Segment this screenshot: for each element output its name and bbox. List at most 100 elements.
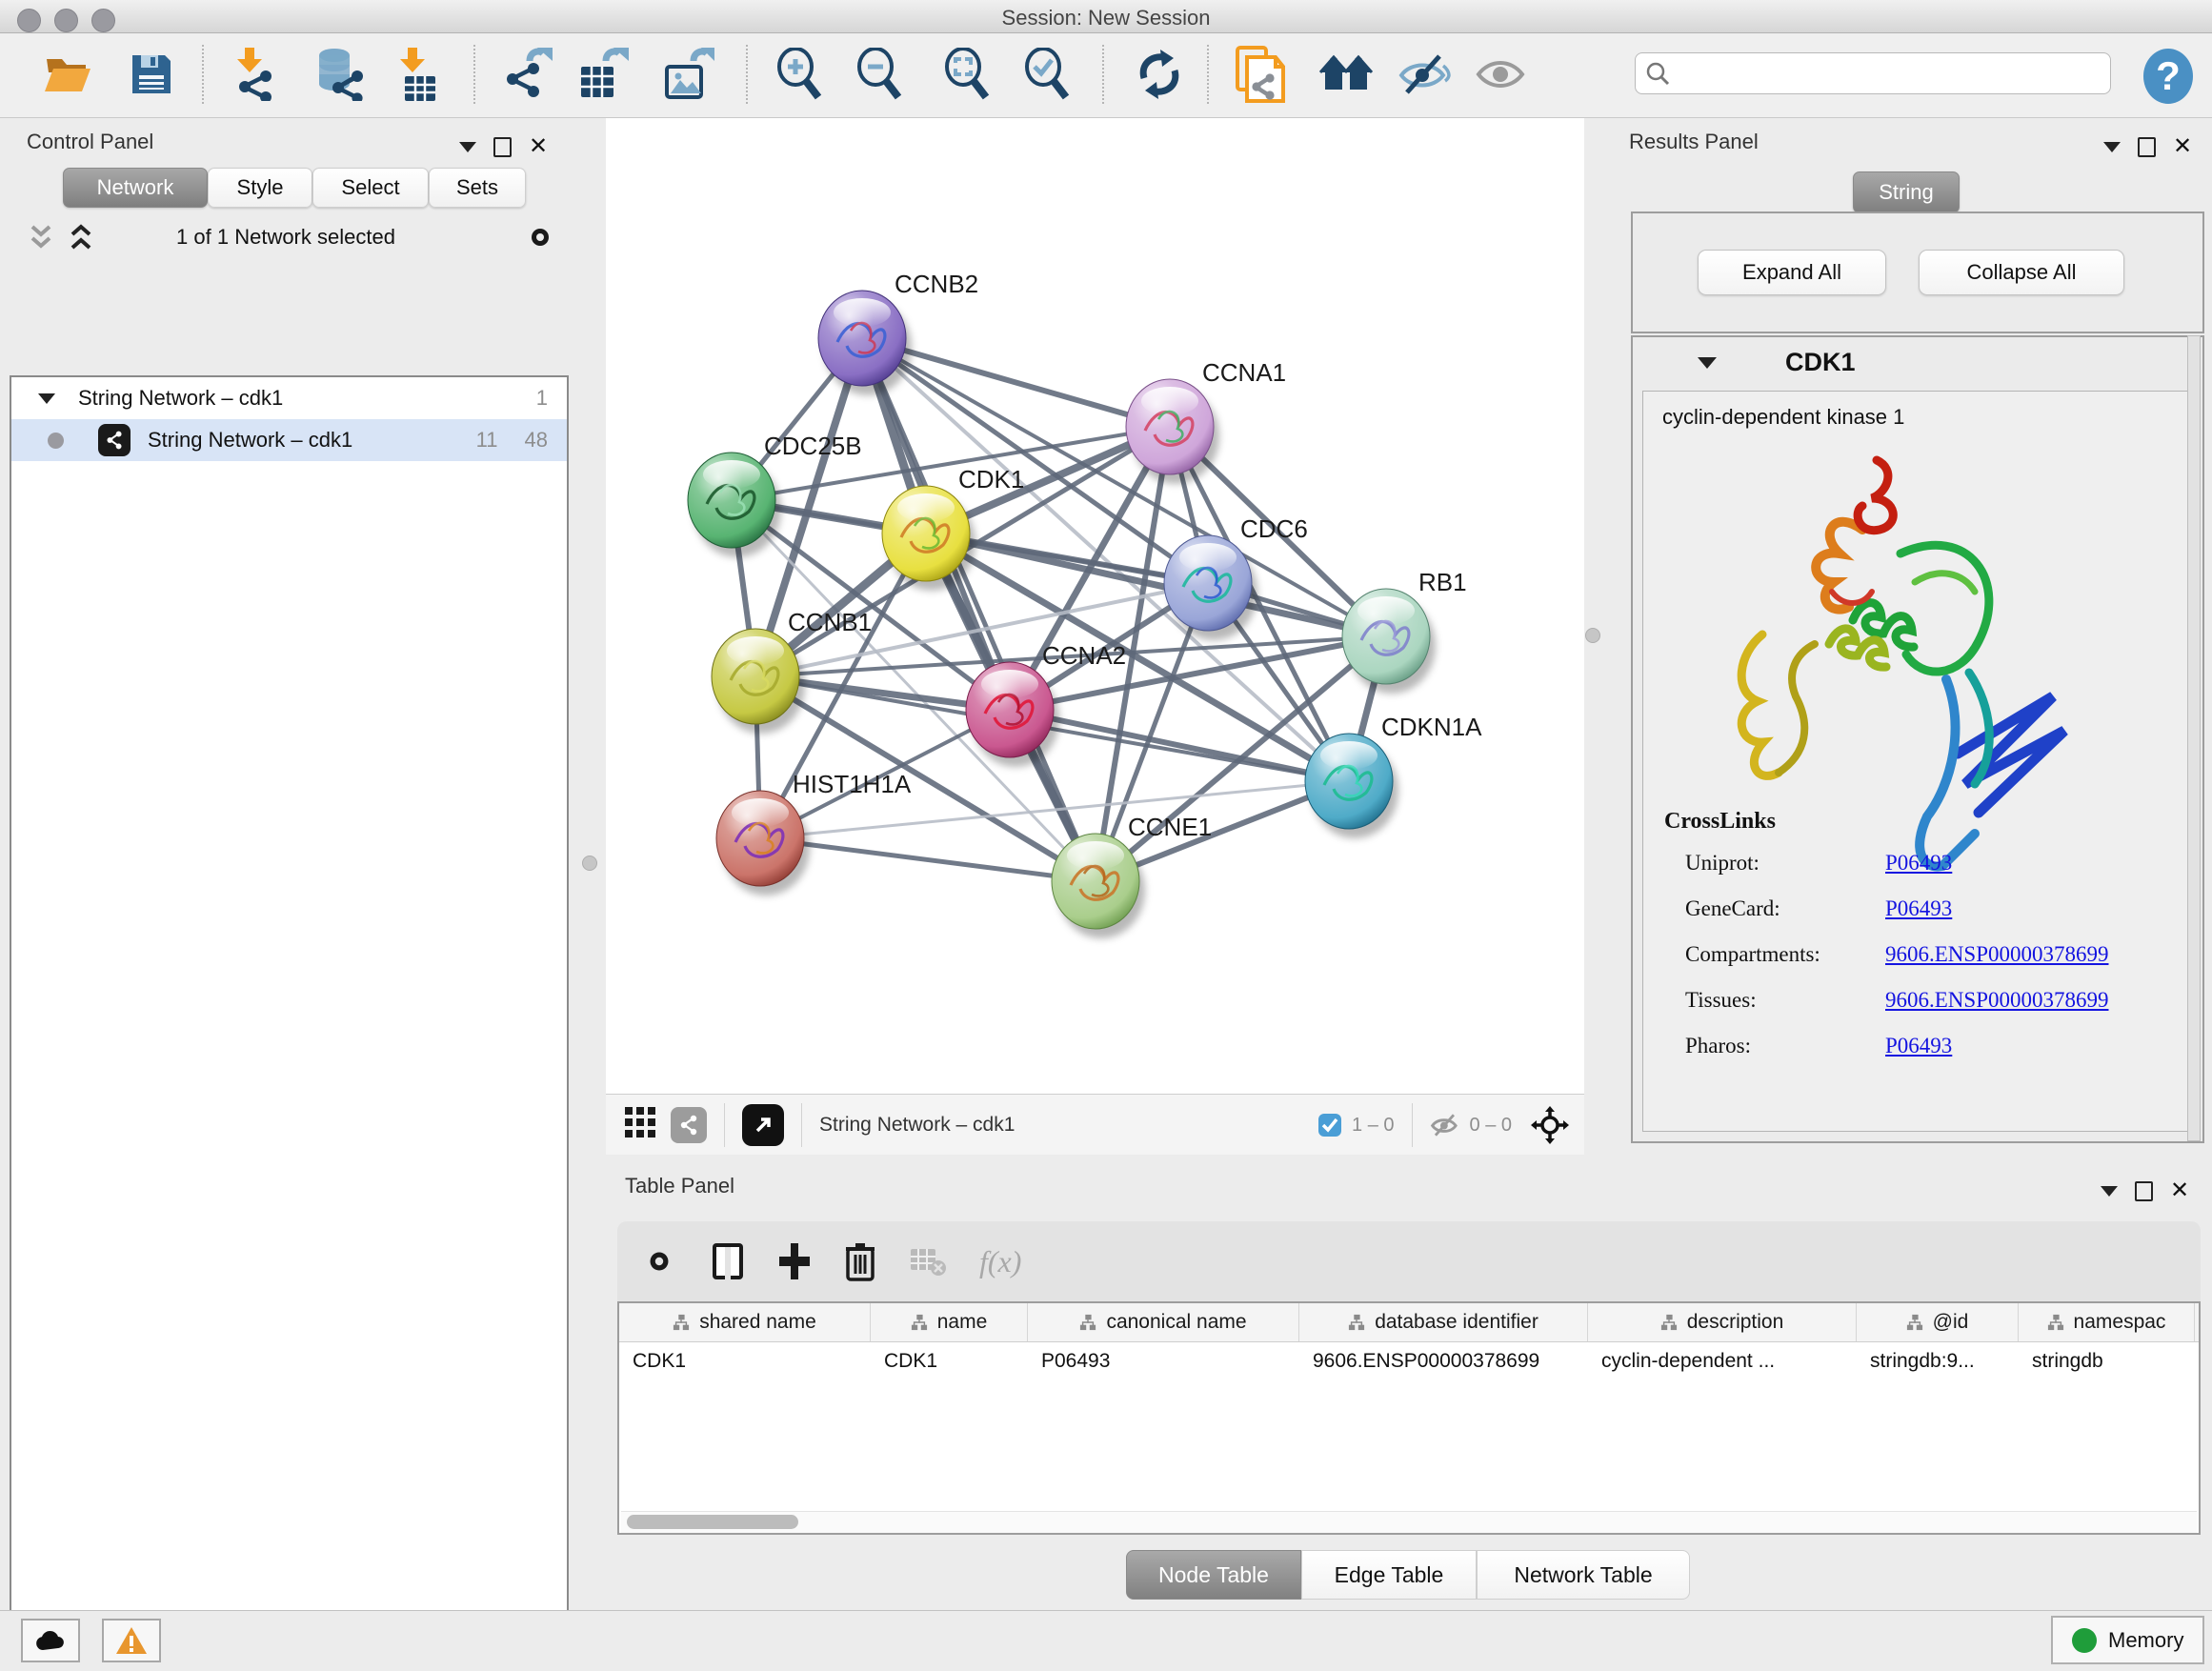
table-column-header[interactable]: shared name [619,1303,871,1341]
import-network-database-button[interactable] [312,47,368,102]
network-edge[interactable] [1010,710,1349,781]
search-input[interactable] [1670,62,2093,86]
table-column-header[interactable]: description [1588,1303,1857,1341]
hidden-eye-slash-icon[interactable] [1430,1112,1460,1138]
export-image-button[interactable] [661,47,716,102]
string-protein-query-button[interactable] [1233,47,1288,102]
table-column-header[interactable]: canonical name [1028,1303,1299,1341]
apply-layout-button[interactable] [1132,47,1187,102]
expand-all-networks-button[interactable] [67,223,95,256]
table-cell[interactable]: 9606.ENSP00000378699 [1299,1342,1588,1380]
right-splitter-knob[interactable] [1585,628,1600,643]
expand-all-button[interactable]: Expand All [1698,250,1886,295]
network-edge[interactable] [760,838,1096,881]
table-column-header[interactable]: @id [1857,1303,2019,1341]
footer-separator [801,1103,802,1147]
memory-status-dot [2072,1628,2097,1653]
panel-float-icon[interactable] [2101,1186,2118,1197]
network-node-rb1[interactable] [1342,589,1436,694]
table-cell[interactable]: stringdb:9... [1857,1342,2019,1380]
panel-float-icon[interactable] [459,142,476,152]
fit-selection-crosshair-icon[interactable] [1531,1106,1569,1144]
network-node-ccna1[interactable] [1126,379,1219,484]
string-home-button[interactable] [1318,47,1374,102]
left-splitter-knob[interactable] [582,856,597,871]
crosslink-link[interactable]: P06493 [1885,851,1952,876]
enable-glass-ball-button[interactable] [1397,47,1452,102]
network-edge[interactable] [862,338,1386,636]
panel-close-icon[interactable]: ✕ [2173,135,2192,158]
selected-checkbox-icon[interactable] [1317,1113,1342,1137]
network-node-hist1h1a[interactable] [716,791,810,896]
crosslink-link[interactable]: P06493 [1885,896,1952,921]
tab-edge-table[interactable]: Edge Table [1301,1550,1477,1600]
search-box[interactable] [1635,52,2111,94]
zoom-fit-button[interactable] [939,47,995,102]
network-row-selected[interactable]: String Network – cdk1 11 48 [11,419,567,461]
panel-float-icon[interactable] [2103,142,2121,152]
import-network-file-button[interactable] [225,47,280,102]
network-node-ccna2[interactable] [966,662,1059,767]
zoom-in-button[interactable] [772,47,827,102]
export-network-button[interactable] [499,47,554,102]
tab-style[interactable]: Style [208,168,312,208]
table-column-header[interactable]: name [871,1303,1028,1341]
results-scrollbar[interactable] [2187,335,2201,1141]
tab-sets[interactable]: Sets [429,168,526,208]
help-button[interactable]: ? [2142,48,2195,110]
save-session-button[interactable] [124,47,179,102]
panel-undock-icon[interactable] [493,137,512,157]
cloud-status-button[interactable] [21,1619,80,1662]
crosslink-link[interactable]: P06493 [1885,1034,1952,1058]
delete-column-trash-icon[interactable] [844,1241,876,1281]
control-panel-tabs: Network Style Select Sets [63,168,526,208]
add-column-plus-icon[interactable] [777,1241,812,1281]
table-options-gear-icon[interactable] [640,1242,678,1280]
entry-detail-card: cyclin-dependent kinase 1 [1642,391,2193,1132]
tab-string[interactable]: String [1853,171,1960,213]
show-graphics-details-button[interactable] [1473,47,1528,102]
tab-network-table[interactable]: Network Table [1477,1550,1690,1600]
crosslink-row: Compartments:9606.ENSP00000378699 [1685,942,2181,967]
show-columns-icon[interactable] [711,1241,745,1281]
toolbar-separator [473,45,475,104]
network-overview-toggle[interactable] [671,1107,707,1143]
node-label: CDKN1A [1381,713,1482,741]
tab-node-table[interactable]: Node Table [1126,1550,1301,1600]
zoom-selected-button[interactable] [1019,47,1075,102]
table-cell[interactable]: CDK1 [619,1342,871,1380]
table-row[interactable]: CDK1CDK1P064939606.ENSP00000378699cyclin… [619,1342,2199,1380]
memory-button[interactable]: Memory [2051,1616,2204,1664]
warnings-button[interactable] [102,1619,161,1662]
collapse-all-networks-button[interactable] [27,223,55,256]
birds-eye-view-button[interactable] [625,1107,657,1144]
detach-view-button[interactable] [742,1104,784,1146]
table-hscrollbar-thumb[interactable] [627,1515,798,1529]
table-cell[interactable]: stringdb [2019,1342,2195,1380]
network-collection-row[interactable]: String Network – cdk1 1 [11,377,567,419]
panel-undock-icon[interactable] [2138,137,2156,157]
tab-network[interactable]: Network [63,168,208,208]
open-session-button[interactable] [40,47,95,102]
network-node-cdc25b[interactable] [688,453,781,557]
entry-header[interactable]: CDK1 [1633,337,2202,387]
tab-select[interactable]: Select [312,168,429,208]
collapse-all-button[interactable]: Collapse All [1919,250,2124,295]
network-options-button[interactable] [522,219,558,260]
crosslink-link[interactable]: 9606.ENSP00000378699 [1885,942,2109,967]
crosslink-link[interactable]: 9606.ENSP00000378699 [1885,988,2109,1013]
table-cell[interactable]: CDK1 [871,1342,1028,1380]
network-node-ccnb2[interactable] [818,291,912,395]
network-node-cdkn1a[interactable] [1305,734,1398,838]
import-table-button[interactable] [389,47,444,102]
table-cell[interactable]: P06493 [1028,1342,1299,1380]
export-table-button[interactable] [575,47,631,102]
table-column-header[interactable]: database identifier [1299,1303,1588,1341]
panel-undock-icon[interactable] [2135,1181,2153,1201]
panel-close-icon[interactable]: ✕ [2170,1179,2189,1202]
table-column-header[interactable]: namespac [2019,1303,2195,1341]
zoom-out-button[interactable] [852,47,907,102]
panel-close-icon[interactable]: ✕ [529,135,548,158]
network-node-cdk1[interactable] [882,486,975,591]
table-cell[interactable]: cyclin-dependent ... [1588,1342,1857,1380]
